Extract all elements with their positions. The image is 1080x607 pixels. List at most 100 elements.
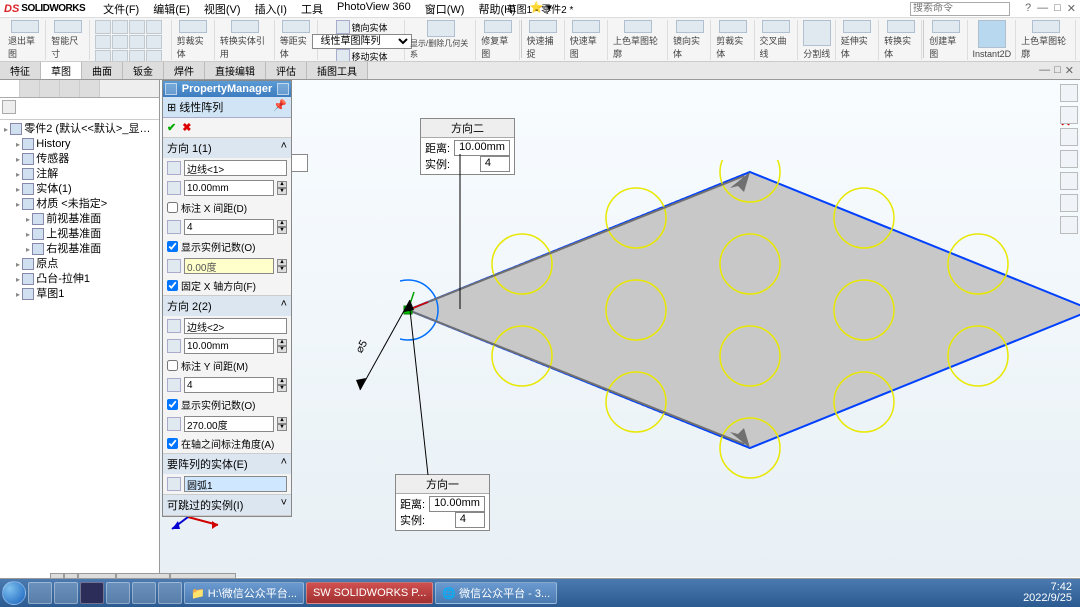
show2-check[interactable]	[167, 399, 178, 410]
forum-tab-icon[interactable]	[1060, 216, 1078, 234]
tree-filter-icon[interactable]	[2, 100, 16, 114]
ribbon-g11[interactable]: 创建草图	[925, 20, 967, 60]
ribbon-rapid[interactable]: 快速草图	[566, 20, 608, 60]
ribbon-shaded[interactable]: 上色草图轮廓	[609, 20, 668, 60]
tab-sheetmetal[interactable]: 钣金	[123, 62, 164, 79]
tab-weldments[interactable]: 焊件	[164, 62, 205, 79]
minimize-icon[interactable]: —	[1037, 2, 1048, 15]
ribbon-convert[interactable]: 转换实体引用	[216, 20, 275, 60]
ribbon-smart-dim[interactable]: 智能尺寸	[47, 20, 89, 60]
feature-tree[interactable]: 零件2 (默认<<默认>_显示状态 1>) History 传感器 注解 实体(…	[0, 120, 159, 304]
menu-photoview[interactable]: PhotoView 360	[331, 0, 417, 18]
menu-tools[interactable]: 工具	[295, 0, 329, 18]
ribbon-g7[interactable]: 交叉曲线	[756, 20, 798, 60]
d2-count-input[interactable]	[184, 377, 274, 393]
tab-directedit[interactable]: 直接编辑	[205, 62, 266, 79]
ribbon-relations[interactable]: 显示/删除几何关系	[406, 20, 476, 60]
d1-count-value[interactable]: 4	[455, 512, 485, 528]
callout-direction1[interactable]: 方向一 距离:10.00mm 实例:4	[395, 474, 490, 531]
move-icon[interactable]	[336, 49, 350, 62]
pm-help-icon[interactable]	[277, 83, 289, 95]
menu-window[interactable]: 窗口(W)	[419, 0, 471, 18]
feature-manager-tab-icon[interactable]	[0, 80, 20, 97]
ribbon-repair[interactable]: 修复草图	[477, 20, 519, 60]
edge2-field[interactable]	[184, 318, 287, 334]
collapse-icon[interactable]: ˄	[281, 140, 287, 156]
pinned-app-5[interactable]	[132, 582, 156, 604]
tab-sketchink[interactable]: 插图工具	[307, 62, 368, 79]
show1-check[interactable]	[167, 241, 178, 252]
dimy-check[interactable]	[167, 360, 178, 371]
tree-top-plane[interactable]: 上视基准面	[4, 227, 155, 242]
ribbon-g10[interactable]: 转换实体	[880, 20, 922, 60]
close-icon[interactable]: ✕	[1067, 2, 1076, 15]
pinned-app-2[interactable]	[54, 582, 78, 604]
d2-angle-input[interactable]	[184, 416, 274, 432]
pinned-app-1[interactable]	[28, 582, 52, 604]
pinned-app-4[interactable]	[106, 582, 130, 604]
menu-view[interactable]: 视图(V)	[198, 0, 247, 18]
help-icon[interactable]: ?	[1025, 2, 1031, 15]
design-lib-tab-icon[interactable]	[1060, 106, 1078, 124]
task-browser[interactable]: 🌐微信公众平台 - 3...	[435, 582, 557, 604]
pinned-app-6[interactable]	[158, 582, 182, 604]
doc-min-icon[interactable]: —	[1039, 64, 1050, 77]
tree-solids[interactable]: 实体(1)	[4, 182, 155, 197]
tree-right-plane[interactable]: 右视基准面	[4, 242, 155, 257]
tab-sketch[interactable]: 草图	[41, 62, 82, 79]
property-manager-tab-icon[interactable]	[20, 80, 40, 97]
tree-extrude[interactable]: 凸台-拉伸1	[4, 272, 155, 287]
expand-icon[interactable]: ˅	[281, 497, 287, 513]
d1-spacing-input[interactable]	[184, 180, 274, 196]
dimx-check[interactable]	[167, 202, 178, 213]
custom-props-tab-icon[interactable]	[1060, 194, 1078, 212]
ribbon-g5[interactable]: 镜向实体	[669, 20, 711, 60]
menu-insert[interactable]: 插入(I)	[249, 0, 293, 18]
tree-origin[interactable]: 原点	[4, 257, 155, 272]
ribbon-trim[interactable]: 剪裁实体	[173, 20, 215, 60]
resources-tab-icon[interactable]	[1060, 84, 1078, 102]
tab-features[interactable]: 特征	[0, 62, 41, 79]
view-palette-tab-icon[interactable]	[1060, 150, 1078, 168]
tree-history[interactable]: History	[4, 137, 155, 152]
task-explorer[interactable]: 📁H:\微信公众平台...	[184, 582, 304, 604]
pm-ok-button[interactable]: ✔	[167, 121, 176, 134]
reverse-dir1-icon[interactable]	[167, 161, 181, 175]
menu-file[interactable]: 文件(F)	[97, 0, 145, 18]
pattern-dropdown[interactable]: 线性草图阵列	[312, 34, 412, 49]
ribbon-g13[interactable]: 上色草图轮廓	[1017, 20, 1076, 60]
tree-root[interactable]: 零件2 (默认<<默认>_显示状态 1>)	[4, 122, 155, 137]
doc-close-icon[interactable]: ✕	[1065, 64, 1074, 77]
fix1-check[interactable]	[167, 280, 178, 291]
ribbon-g6[interactable]: 剪裁实体	[712, 20, 754, 60]
ruler-icon[interactable]	[290, 154, 308, 172]
ribbon-instant2d[interactable]: Instant2D	[969, 20, 1017, 60]
dimxpert-tab-icon[interactable]	[60, 80, 80, 97]
menu-edit[interactable]: 编辑(E)	[147, 0, 196, 18]
task-solidworks[interactable]: SWSOLIDWORKS P...	[306, 582, 433, 604]
pm-cancel-button[interactable]: ✖	[182, 121, 191, 134]
tree-sensors[interactable]: 传感器	[4, 152, 155, 167]
maximize-icon[interactable]: □	[1054, 2, 1061, 15]
ribbon-g8[interactable]: 分割线	[799, 20, 836, 60]
config-manager-tab-icon[interactable]	[40, 80, 60, 97]
ribbon-quicksnap[interactable]: 快速捕捉	[522, 20, 564, 60]
d1-spacing-value[interactable]: 10.00mm	[429, 496, 485, 512]
tree-annotations[interactable]: 注解	[4, 167, 155, 182]
pm-titlebar[interactable]: PropertyManager	[163, 81, 291, 97]
mirror-icon[interactable]	[336, 20, 350, 34]
file-explorer-tab-icon[interactable]	[1060, 128, 1078, 146]
pinned-ps[interactable]	[80, 582, 104, 604]
tree-front-plane[interactable]: 前视基准面	[4, 212, 155, 227]
edge1-field[interactable]	[184, 160, 287, 176]
pm-pin-icon[interactable]	[165, 83, 177, 95]
ribbon-exit-sketch[interactable]: 退出草图	[4, 20, 46, 60]
reverse-dir2-icon[interactable]	[167, 319, 181, 333]
entities-field[interactable]	[184, 476, 287, 492]
tree-sketch1[interactable]: 草图1	[4, 287, 155, 302]
d2-spacing-input[interactable]	[184, 338, 274, 354]
start-button[interactable]	[2, 581, 26, 605]
display-manager-tab-icon[interactable]	[80, 80, 100, 97]
d1-count-input[interactable]	[184, 219, 274, 235]
spinner[interactable]: ▴▾	[277, 181, 287, 195]
